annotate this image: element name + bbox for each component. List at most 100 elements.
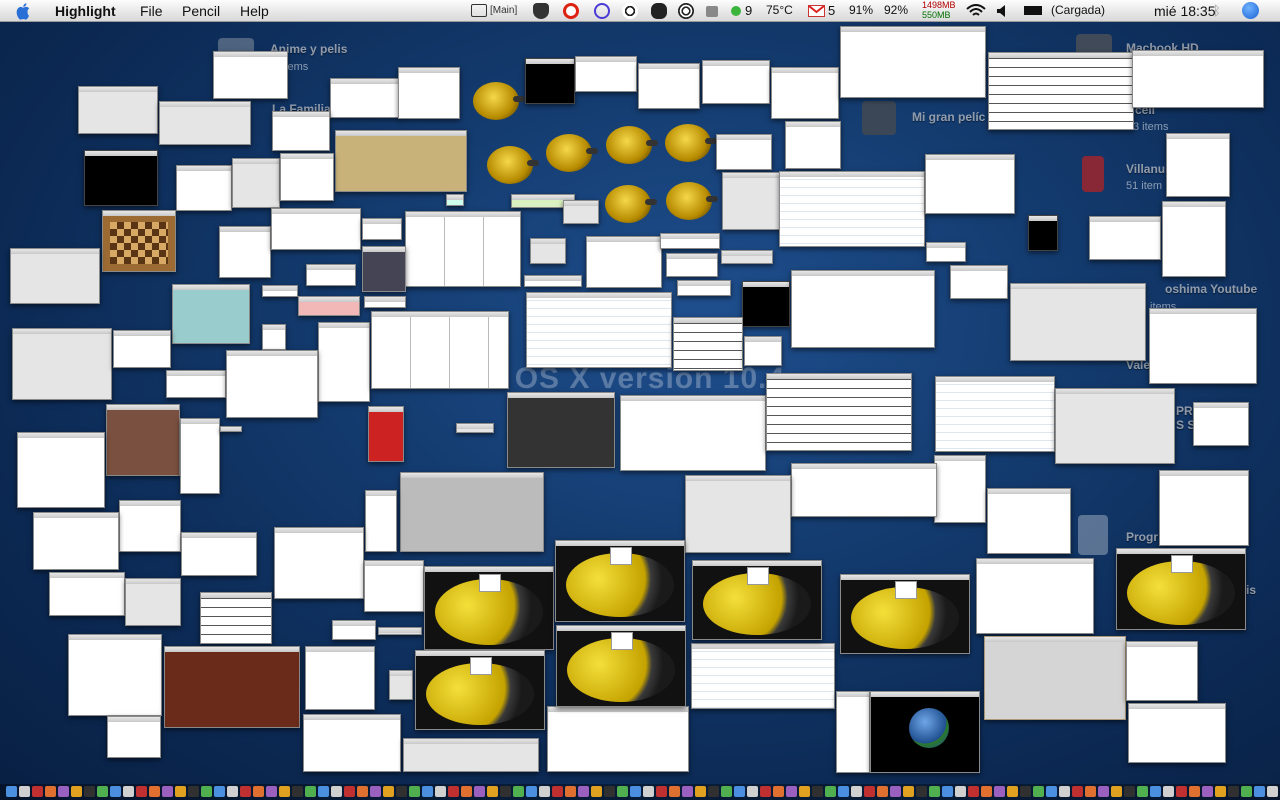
dock-app-icon[interactable]	[1241, 786, 1252, 797]
dock-app-icon[interactable]	[32, 786, 43, 797]
window-thumbnail[interactable]	[303, 714, 401, 772]
window-thumbnail[interactable]	[262, 285, 298, 297]
desktop-label-toshima[interactable]: oshima Youtube	[1165, 282, 1257, 296]
dock-app-icon[interactable]	[123, 786, 134, 797]
window-thumbnail[interactable]	[403, 738, 539, 772]
game-window-thumbnail[interactable]	[415, 650, 545, 730]
window-thumbnail[interactable]	[280, 153, 334, 201]
ipod-icon[interactable]	[1082, 156, 1104, 192]
window-thumbnail[interactable]	[1162, 201, 1226, 277]
window-thumbnail[interactable]	[742, 281, 790, 327]
percent-b[interactable]: 92%	[884, 3, 908, 17]
dock-app-icon[interactable]	[110, 786, 121, 797]
window-thumbnail[interactable]	[673, 317, 743, 371]
dock-app-icon[interactable]	[396, 786, 407, 797]
window-thumbnail[interactable]	[389, 670, 413, 700]
dock-app-icon[interactable]	[357, 786, 368, 797]
spotlight-icon[interactable]	[1242, 2, 1259, 19]
window-thumbnail[interactable]	[691, 643, 835, 709]
speaker-icon[interactable]	[996, 5, 1008, 17]
window-thumbnail[interactable]	[405, 211, 521, 287]
dock-app-icon[interactable]	[903, 786, 914, 797]
window-thumbnail[interactable]	[744, 336, 782, 366]
window-thumbnail[interactable]	[78, 86, 158, 134]
dock-app-icon[interactable]	[292, 786, 303, 797]
widget-icon[interactable]	[606, 126, 658, 164]
window-thumbnail[interactable]	[836, 691, 870, 773]
window-thumbnail[interactable]	[1166, 133, 1230, 197]
dock-app-icon[interactable]	[45, 786, 56, 797]
window-thumbnail[interactable]	[524, 275, 582, 287]
dock-app-icon[interactable]	[500, 786, 511, 797]
dock-app-icon[interactable]	[383, 786, 394, 797]
window-thumbnail[interactable]	[68, 634, 162, 716]
screen-icon[interactable]	[471, 4, 487, 17]
main-label[interactable]: [Main]	[490, 5, 517, 16]
window-thumbnail[interactable]	[371, 311, 509, 389]
no-icon[interactable]	[563, 3, 579, 19]
dock-app-icon[interactable]	[1254, 786, 1265, 797]
menu-pencil[interactable]: Pencil	[182, 3, 220, 19]
widget-icon[interactable]	[605, 185, 657, 223]
window-thumbnail[interactable]	[378, 627, 422, 635]
dock-app-icon[interactable]	[578, 786, 589, 797]
dock-app-icon[interactable]	[825, 786, 836, 797]
desktop-label-progr[interactable]: Progr	[1126, 530, 1158, 544]
window-thumbnail[interactable]	[12, 328, 112, 400]
window-thumbnail[interactable]	[213, 51, 288, 99]
window-thumbnail[interactable]	[716, 134, 772, 170]
dock-app-icon[interactable]	[799, 786, 810, 797]
dock-app-icon[interactable]	[721, 786, 732, 797]
dock-app-icon[interactable]	[1007, 786, 1018, 797]
dock-app-icon[interactable]	[214, 786, 225, 797]
window-thumbnail[interactable]	[840, 26, 986, 98]
window-thumbnail[interactable]	[779, 171, 925, 247]
window-thumbnail[interactable]	[1132, 50, 1264, 108]
window-thumbnail[interactable]	[526, 292, 672, 368]
window-thumbnail[interactable]	[934, 455, 986, 523]
percent-a[interactable]: 91%	[849, 3, 873, 17]
dock-app-icon[interactable]	[136, 786, 147, 797]
window-thumbnail[interactable]	[274, 527, 364, 599]
dock-app-icon[interactable]	[1098, 786, 1109, 797]
magnifier-icon[interactable]	[594, 3, 610, 19]
dock-app-icon[interactable]	[1072, 786, 1083, 797]
desktop-label-pr[interactable]: PR	[1176, 404, 1193, 418]
dock-app-icon[interactable]	[812, 786, 823, 797]
dock-app-icon[interactable]	[565, 786, 576, 797]
star-icon[interactable]	[862, 101, 896, 135]
window-thumbnail[interactable]	[365, 490, 397, 552]
window-thumbnail[interactable]	[125, 578, 181, 626]
window-thumbnail[interactable]	[106, 404, 180, 476]
window-thumbnail[interactable]	[305, 646, 375, 710]
dock-app-icon[interactable]	[552, 786, 563, 797]
window-thumbnail[interactable]	[17, 432, 105, 508]
dock-app-icon[interactable]	[591, 786, 602, 797]
dock-app-icon[interactable]	[1202, 786, 1213, 797]
window-thumbnail[interactable]	[166, 370, 226, 398]
dock-app-icon[interactable]	[890, 786, 901, 797]
window-thumbnail[interactable]	[1089, 216, 1161, 260]
cpu-count[interactable]: 9	[745, 3, 752, 18]
window-thumbnail[interactable]	[262, 324, 286, 350]
dock-app-icon[interactable]	[162, 786, 173, 797]
window-thumbnail[interactable]	[925, 154, 1015, 214]
dock-app-icon[interactable]	[422, 786, 433, 797]
dock-app-icon[interactable]	[474, 786, 485, 797]
dock-app-icon[interactable]	[97, 786, 108, 797]
game-window-thumbnail[interactable]	[1116, 548, 1246, 630]
window-thumbnail[interactable]	[1055, 388, 1175, 464]
window-thumbnail[interactable]	[119, 500, 181, 552]
dock-app-icon[interactable]	[513, 786, 524, 797]
dock-app-icon[interactable]	[617, 786, 628, 797]
dock-app-icon[interactable]	[1111, 786, 1122, 797]
window-thumbnail[interactable]	[330, 78, 400, 118]
window-thumbnail[interactable]	[84, 150, 158, 206]
window-thumbnail[interactable]	[180, 418, 220, 494]
dock-app-icon[interactable]	[1267, 786, 1278, 797]
widget-icon[interactable]	[487, 146, 539, 184]
temperature[interactable]: 75°C	[766, 3, 793, 17]
paw-icon[interactable]	[651, 3, 667, 19]
dock-app-icon[interactable]	[864, 786, 875, 797]
window-thumbnail[interactable]	[113, 330, 171, 368]
